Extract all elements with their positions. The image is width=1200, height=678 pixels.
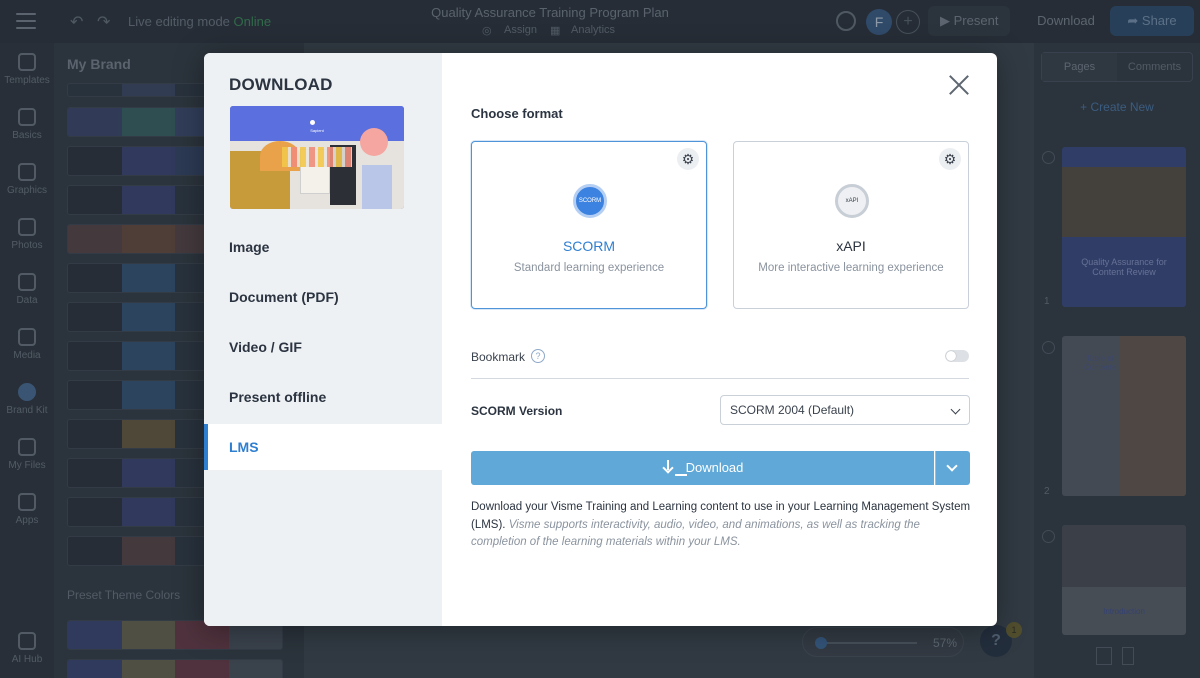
bookmark-toggle[interactable] — [945, 350, 969, 362]
decorative-circle — [360, 128, 388, 156]
scorm-version-value: SCORM 2004 (Default) — [730, 403, 855, 417]
format-name: SCORM — [562, 238, 616, 254]
scorm-version-select[interactable]: SCORM 2004 (Default) — [720, 395, 970, 425]
format-description: More interactive learning experience — [758, 262, 944, 274]
download-type-video-gif[interactable]: Video / GIF — [204, 324, 442, 370]
divider — [471, 378, 969, 379]
download-icon-base — [675, 474, 687, 476]
download-type-lms[interactable]: LMS — [204, 424, 442, 470]
chevron-down-icon — [946, 460, 958, 472]
close-icon[interactable] — [949, 75, 969, 95]
gear-icon[interactable]: ⚙ — [939, 148, 961, 170]
lms-description: Download your Visme Training and Learnin… — [471, 501, 971, 549]
lms-description-note: Visme supports interactivity, audio, vid… — [471, 518, 920, 549]
chevron-down-icon — [950, 404, 961, 415]
format-card-xapi[interactable]: ⚙ xAPI xAPI More interactive learning ex… — [733, 141, 969, 309]
gear-icon[interactable]: ⚙ — [677, 148, 699, 170]
format-description: Standard learning experience — [513, 262, 665, 274]
bookmark-label: Bookmark — [471, 350, 526, 364]
project-preview-thumbnail: Sapient — [230, 106, 404, 209]
xapi-badge-icon: xAPI — [835, 184, 869, 218]
download-type-present-offline[interactable]: Present offline — [204, 374, 442, 420]
download-icon — [662, 460, 674, 474]
download-button[interactable]: Download — [471, 451, 934, 485]
brand-logo-icon — [310, 120, 315, 125]
download-modal: DOWNLOAD Sapient Image Document (PDF) Vi… — [204, 53, 997, 626]
scorm-badge-icon: SCORM — [573, 184, 607, 218]
format-card-scorm[interactable]: ⚙ SCORM SCORM Standard learning experien… — [471, 141, 707, 309]
choose-format-label: Choose format — [471, 106, 563, 121]
download-options-dropdown[interactable] — [935, 451, 970, 485]
download-type-image[interactable]: Image — [204, 224, 442, 270]
help-icon[interactable]: ? — [531, 349, 545, 363]
format-name: xAPI — [836, 238, 866, 254]
modal-title: DOWNLOAD — [229, 75, 333, 94]
scorm-version-label: SCORM Version — [471, 404, 563, 418]
download-type-sidebar: DOWNLOAD Sapient Image Document (PDF) Vi… — [204, 53, 442, 626]
download-type-pdf[interactable]: Document (PDF) — [204, 274, 442, 320]
